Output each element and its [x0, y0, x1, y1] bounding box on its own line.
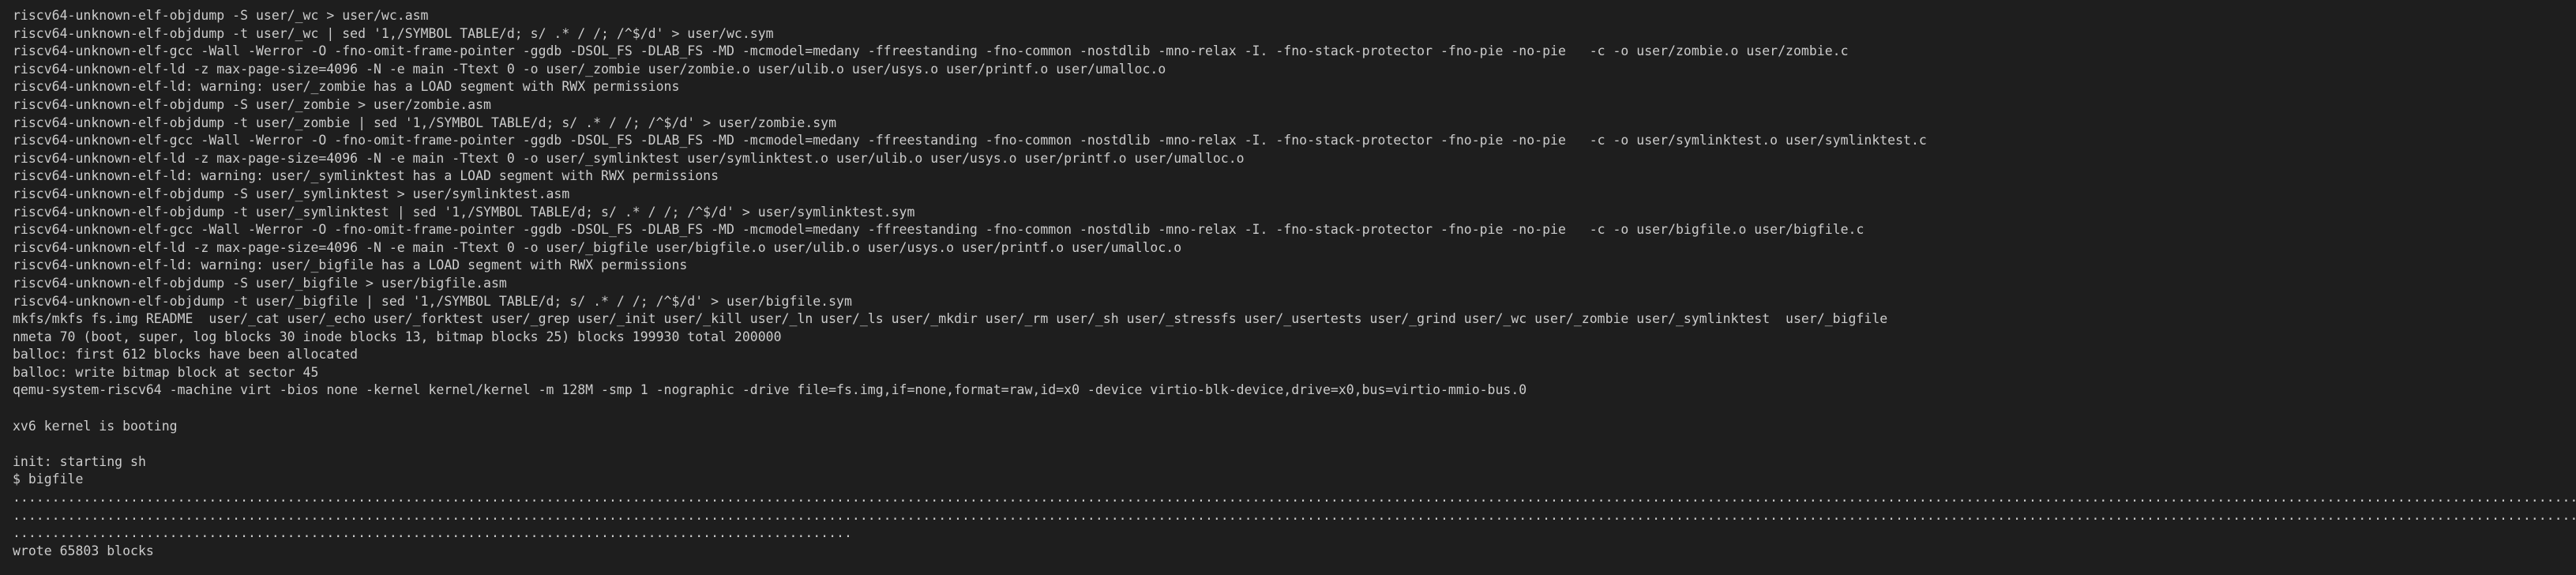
terminal-line: ........................................… [13, 490, 2576, 505]
terminal-line: riscv64-unknown-elf-ld: warning: user/_z… [13, 79, 680, 95]
terminal-line: xv6 kernel is booting [13, 418, 178, 434]
terminal-line: riscv64-unknown-elf-gcc -Wall -Werror -O… [13, 43, 1849, 59]
terminal-line: riscv64-unknown-elf-objdump -S user/_sym… [13, 186, 570, 201]
terminal-line: mkfs/mkfs fs.img README user/_cat user/_… [13, 311, 1888, 327]
terminal-line: riscv64-unknown-elf-ld -z max-page-size=… [13, 61, 1166, 77]
terminal-line: riscv64-unknown-elf-objdump -t user/_wc … [13, 25, 774, 41]
terminal-line: balloc: write bitmap block at sector 45 [13, 364, 319, 380]
terminal-line: qemu-system-riscv64 -machine virt -bios … [13, 382, 1527, 398]
terminal-line: $ bigfile [13, 472, 84, 487]
terminal-line: riscv64-unknown-elf-ld: warning: user/_s… [13, 168, 719, 184]
terminal-line: riscv64-unknown-elf-ld -z max-page-size=… [13, 239, 1182, 255]
terminal-line: ........................................… [13, 525, 852, 541]
terminal-line: riscv64-unknown-elf-ld -z max-page-size=… [13, 150, 1245, 166]
terminal-line: riscv64-unknown-elf-objdump -S user/_big… [13, 275, 507, 291]
terminal-line: riscv64-unknown-elf-objdump -t user/_big… [13, 293, 852, 309]
terminal-line: riscv64-unknown-elf-objdump -S user/_zom… [13, 96, 491, 112]
terminal-line: riscv64-unknown-elf-gcc -Wall -Werror -O… [13, 222, 1864, 238]
terminal-line: riscv64-unknown-elf-objdump -t user/_sym… [13, 204, 915, 220]
terminal-line: riscv64-unknown-elf-objdump -S user/_wc … [13, 8, 429, 23]
terminal-window[interactable]: riscv64-unknown-elf-objdump -S user/_wc … [0, 0, 2576, 575]
terminal-line: ........................................… [13, 507, 2576, 523]
terminal-line: nmeta 70 (boot, super, log blocks 30 ino… [13, 329, 782, 344]
terminal-line: balloc: first 612 blocks have been alloc… [13, 347, 359, 363]
terminal-line: riscv64-unknown-elf-objdump -t user/_zom… [13, 115, 837, 130]
terminal-line: riscv64-unknown-elf-ld: warning: user/_b… [13, 257, 688, 273]
terminal-line: init: starting sh [13, 453, 146, 469]
terminal-line: wrote 65803 blocks [13, 543, 154, 558]
terminal-line: riscv64-unknown-elf-gcc -Wall -Werror -O… [13, 133, 1927, 148]
